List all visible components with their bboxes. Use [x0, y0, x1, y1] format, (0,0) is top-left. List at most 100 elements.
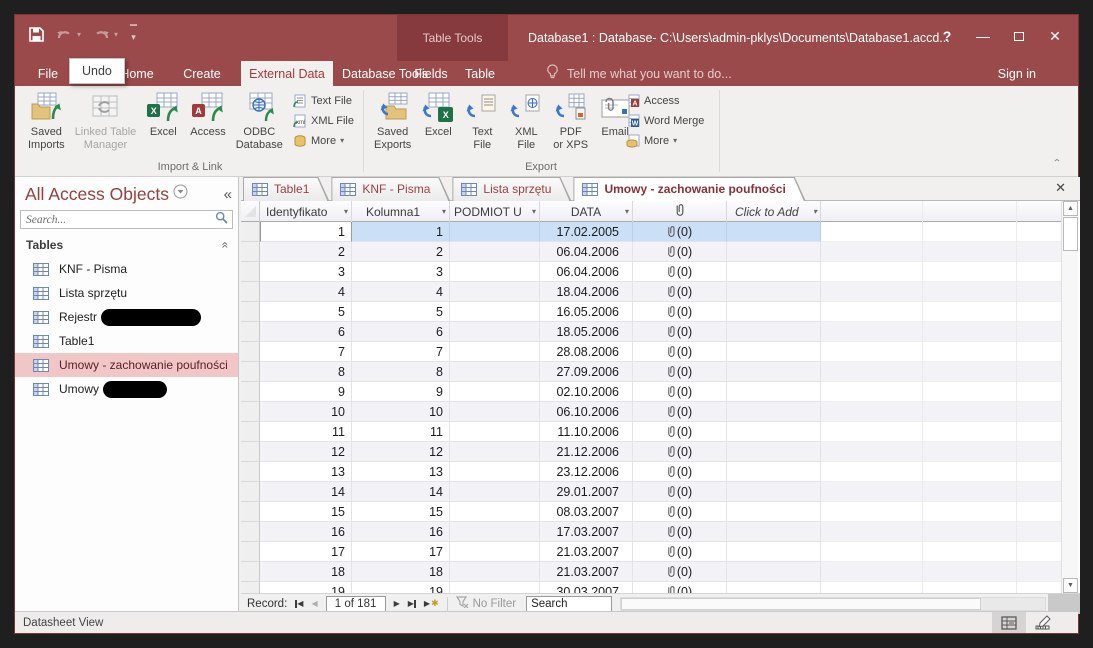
column-header-identyfikator[interactable]: Identyfikato▾	[260, 201, 352, 222]
tab-file[interactable]: File	[29, 61, 67, 86]
cell-podmiot[interactable]	[450, 362, 540, 382]
select-all-cell[interactable]	[241, 201, 260, 222]
cell-data[interactable]: 29.01.2007	[540, 482, 633, 502]
cell-data[interactable]: 21.03.2007	[540, 542, 633, 562]
cell-podmiot[interactable]	[450, 342, 540, 362]
row-selector[interactable]	[241, 422, 260, 442]
row-selector[interactable]	[241, 502, 260, 522]
vertical-scrollbar[interactable]: ▲ ▼	[1061, 201, 1078, 593]
import-excel-button[interactable]: X Excel	[143, 90, 183, 141]
row-selector[interactable]	[241, 362, 260, 382]
cell-attachments[interactable]: (0)	[633, 382, 727, 402]
cell-kolumna1[interactable]: 6	[352, 322, 450, 342]
export-text-file-button[interactable]: Text File	[462, 90, 502, 154]
cell-podmiot[interactable]	[450, 522, 540, 542]
cell-podmiot[interactable]	[450, 262, 540, 282]
column-header-kolumna1[interactable]: Kolumna1▾	[352, 201, 450, 222]
cell-identyfikator[interactable]: 11	[260, 422, 352, 442]
cell-attachments[interactable]: (0)	[633, 422, 727, 442]
export-pdf-xps-button[interactable]: PDF or XPS	[550, 90, 591, 154]
cell-podmiot[interactable]	[450, 382, 540, 402]
document-tab[interactable]: Lista sprzętu	[452, 177, 571, 201]
record-position-box[interactable]: 1 of 181	[326, 596, 386, 612]
cell-attachments[interactable]: (0)	[633, 282, 727, 302]
row-selector[interactable]	[241, 522, 260, 542]
vertical-scroll-thumb[interactable]	[1063, 217, 1078, 251]
row-selector[interactable]	[241, 282, 260, 302]
datasheet-view-button[interactable]	[992, 612, 1026, 633]
cell-identyfikator[interactable]: 15	[260, 502, 352, 522]
cell-identyfikator[interactable]: 1	[260, 222, 352, 242]
cell-data[interactable]: 21.03.2007	[540, 562, 633, 582]
row-selector[interactable]	[241, 402, 260, 422]
cell-kolumna1[interactable]: 3	[352, 262, 450, 282]
cell-podmiot[interactable]	[450, 222, 540, 242]
cell-kolumna1[interactable]: 1	[352, 222, 450, 242]
cell-podmiot[interactable]	[450, 402, 540, 422]
row-selector[interactable]	[241, 302, 260, 322]
shutter-bar-close-icon[interactable]: «	[224, 186, 232, 203]
cell-click-to-add[interactable]	[727, 382, 821, 402]
saved-imports-button[interactable]: Saved Imports	[25, 90, 68, 154]
cell-data[interactable]: 06.10.2006	[540, 402, 633, 422]
row-selector[interactable]	[241, 442, 260, 462]
cell-podmiot[interactable]	[450, 442, 540, 462]
row-selector[interactable]	[241, 542, 260, 562]
sign-in-button[interactable]: Sign in	[998, 61, 1036, 86]
cell-kolumna1[interactable]: 2	[352, 242, 450, 262]
help-button[interactable]: ?	[932, 21, 962, 51]
nav-item[interactable]: Rejestr	[15, 305, 238, 329]
nav-item[interactable]: Lista sprzętu	[15, 281, 238, 305]
last-record-button[interactable]: ▶	[408, 599, 416, 608]
cell-click-to-add[interactable]	[727, 502, 821, 522]
cell-kolumna1[interactable]: 18	[352, 562, 450, 582]
cell-data[interactable]: 18.04.2006	[540, 282, 633, 302]
cell-attachments[interactable]: (0)	[633, 342, 727, 362]
new-record-button[interactable]: ▶✱	[424, 598, 439, 609]
document-tab[interactable]: KNF - Pisma	[331, 177, 450, 201]
cell-click-to-add[interactable]	[727, 482, 821, 502]
nav-search-box[interactable]: Search...	[20, 210, 233, 229]
close-button[interactable]: ✕	[1040, 21, 1070, 51]
cell-click-to-add[interactable]	[727, 402, 821, 422]
cell-data[interactable]: 30.03.2007	[540, 582, 633, 593]
row-selector[interactable]	[241, 242, 260, 262]
tab-external-data[interactable]: External Data	[241, 61, 333, 86]
cell-identyfikator[interactable]: 9	[260, 382, 352, 402]
cell-click-to-add[interactable]	[727, 302, 821, 322]
tab-fields[interactable]: Fields	[408, 61, 454, 86]
cell-click-to-add[interactable]	[727, 582, 821, 593]
row-selector[interactable]	[241, 322, 260, 342]
cell-kolumna1[interactable]: 14	[352, 482, 450, 502]
cell-identyfikator[interactable]: 8	[260, 362, 352, 382]
cell-kolumna1[interactable]: 17	[352, 542, 450, 562]
close-object-icon[interactable]: ✕	[1055, 180, 1066, 196]
row-selector[interactable]	[241, 262, 260, 282]
cell-data[interactable]: 11.10.2006	[540, 422, 633, 442]
cell-click-to-add[interactable]	[727, 282, 821, 302]
cell-click-to-add[interactable]	[727, 262, 821, 282]
nav-item[interactable]: Umowy	[15, 377, 238, 401]
cell-podmiot[interactable]	[450, 322, 540, 342]
cell-identyfikator[interactable]: 17	[260, 542, 352, 562]
cell-identyfikator[interactable]: 14	[260, 482, 352, 502]
cell-click-to-add[interactable]	[727, 322, 821, 342]
export-word-merge-button[interactable]: W Word Merge	[625, 112, 704, 129]
export-excel-button[interactable]: X Excel	[418, 90, 458, 141]
cell-podmiot[interactable]	[450, 562, 540, 582]
save-icon[interactable]	[29, 27, 44, 42]
cell-identyfikator[interactable]: 12	[260, 442, 352, 462]
cell-kolumna1[interactable]: 5	[352, 302, 450, 322]
cell-click-to-add[interactable]	[727, 562, 821, 582]
nav-item[interactable]: Umowy - zachowanie poufności	[15, 353, 238, 377]
cell-click-to-add[interactable]	[727, 342, 821, 362]
first-record-button[interactable]: ◀	[295, 599, 303, 608]
cell-data[interactable]: 28.08.2006	[540, 342, 633, 362]
cell-click-to-add[interactable]	[727, 542, 821, 562]
cell-attachments[interactable]: (0)	[633, 442, 727, 462]
column-header-data[interactable]: DATA▾	[540, 201, 633, 222]
customize-qat-icon[interactable]: ▔▾	[130, 27, 137, 41]
cell-attachments[interactable]: (0)	[633, 402, 727, 422]
cell-click-to-add[interactable]	[727, 222, 821, 242]
import-more-button[interactable]: More▾	[293, 132, 354, 149]
